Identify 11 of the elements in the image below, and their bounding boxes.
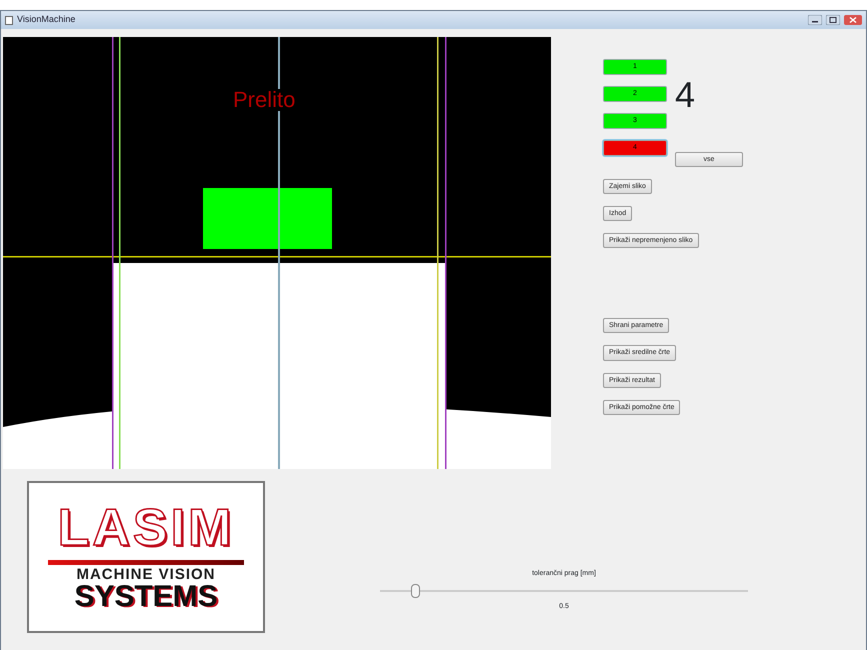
logo-subtitle: MACHINE VISION: [76, 567, 216, 582]
app-icon: [5, 16, 13, 24]
logo-name: LASIM: [58, 502, 234, 554]
slider-thumb[interactable]: [410, 584, 420, 598]
result-label: Prelito: [233, 89, 296, 111]
window-title: VisionMachine: [17, 13, 76, 26]
logo-subtitle: SYSTEMS: [74, 582, 218, 612]
maximize-icon[interactable]: [826, 15, 840, 25]
minimize-icon[interactable]: [808, 15, 822, 25]
count-value: 4: [675, 77, 696, 113]
close-icon[interactable]: [844, 15, 862, 25]
